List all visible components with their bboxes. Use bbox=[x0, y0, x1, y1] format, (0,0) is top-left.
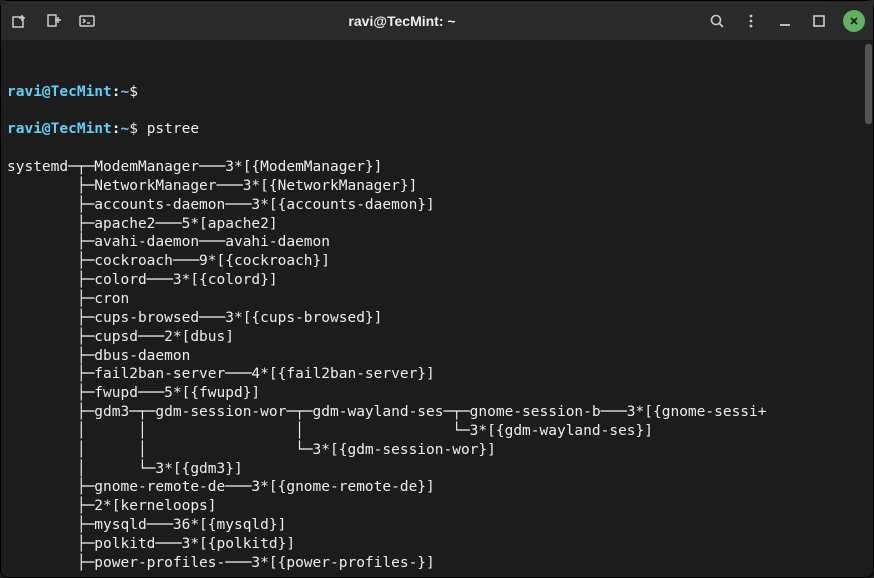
tree-line: ├─polkitd───3*[{polkitd}] bbox=[7, 535, 865, 554]
tree-line: ├─gnome-remote-de───3*[{gnome-remote-de}… bbox=[7, 478, 865, 497]
tree-line: ├─NetworkManager───3*[{NetworkManager}] bbox=[7, 177, 865, 196]
tree-line: ├─apache2───5*[apache2] bbox=[7, 215, 865, 234]
close-button[interactable] bbox=[843, 10, 865, 32]
tree-line: ├─accounts-daemon───3*[{accounts-daemon}… bbox=[7, 196, 865, 215]
tree-line: ├─power-profiles-───3*[{power-profiles-}… bbox=[7, 554, 865, 572]
terminal-icon[interactable] bbox=[77, 11, 97, 31]
scrollbar-thumb[interactable] bbox=[865, 44, 872, 124]
tree-line: systemd─┬─ModemManager───3*[{ModemManage… bbox=[7, 158, 865, 177]
window-titlebar: ravi@TecMint: ~ bbox=[1, 1, 873, 41]
tree-line: ├─cron bbox=[7, 290, 865, 309]
tree-line: │ │ │ └─3*[{gdm-wayland-ses}] bbox=[7, 422, 865, 441]
titlebar-right-controls bbox=[707, 10, 865, 32]
prompt-user-host: ravi@TecMint bbox=[7, 84, 112, 100]
new-tab-icon[interactable] bbox=[9, 11, 29, 31]
prompt-line-1: ravi@TecMint:~$ bbox=[7, 83, 865, 102]
prompt-sep: : bbox=[112, 84, 121, 100]
search-icon[interactable] bbox=[707, 11, 727, 31]
prompt-user-host: ravi@TecMint bbox=[7, 121, 112, 137]
tree-line: ├─colord───3*[{colord}] bbox=[7, 271, 865, 290]
tree-line: ├─gdm3─┬─gdm-session-wor─┬─gdm-wayland-s… bbox=[7, 403, 865, 422]
tree-line: │ └─3*[{gdm3}] bbox=[7, 460, 865, 479]
tree-line: ├─fwupd───5*[{fwupd}] bbox=[7, 384, 865, 403]
terminal-body[interactable]: ravi@TecMint:~$ ravi@TecMint:~$ pstree s… bbox=[1, 41, 873, 572]
tree-line: ├─mysqld───36*[{mysqld}] bbox=[7, 516, 865, 535]
tree-line: ├─cupsd───2*[dbus] bbox=[7, 328, 865, 347]
tree-line: ├─dbus-daemon bbox=[7, 347, 865, 366]
prompt-line-2: ravi@TecMint:~$ pstree bbox=[7, 120, 865, 139]
tree-line: │ │ └─3*[{gdm-session-wor}] bbox=[7, 441, 865, 460]
prompt-path: ~ bbox=[121, 84, 130, 100]
tree-line: ├─cups-browsed───3*[{cups-browsed}] bbox=[7, 309, 865, 328]
command-text: pstree bbox=[147, 121, 199, 137]
prompt-symbol: $ bbox=[129, 84, 138, 100]
minimize-icon[interactable] bbox=[775, 11, 795, 31]
tree-line: ├─avahi-daemon───avahi-daemon bbox=[7, 233, 865, 252]
prompt-sep: : bbox=[112, 121, 121, 137]
tree-line: ├─fail2ban-server───4*[{fail2ban-server}… bbox=[7, 365, 865, 384]
new-window-icon[interactable] bbox=[43, 11, 63, 31]
window-title: ravi@TecMint: ~ bbox=[97, 13, 707, 29]
prompt-symbol: $ bbox=[129, 121, 138, 137]
menu-icon[interactable] bbox=[741, 11, 761, 31]
tree-output: systemd─┬─ModemManager───3*[{ModemManage… bbox=[7, 158, 865, 572]
tree-line: ├─2*[kerneloops] bbox=[7, 497, 865, 516]
tree-line: ├─cockroach───9*[{cockroach}] bbox=[7, 252, 865, 271]
prompt-path: ~ bbox=[121, 121, 130, 137]
maximize-icon[interactable] bbox=[809, 11, 829, 31]
titlebar-left-controls bbox=[9, 11, 97, 31]
